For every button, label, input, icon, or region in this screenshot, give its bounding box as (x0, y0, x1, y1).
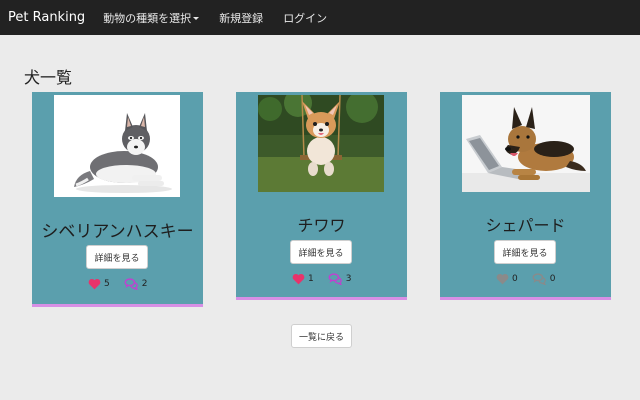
heart-icon (292, 270, 305, 289)
like-stat[interactable]: 5 (88, 275, 110, 294)
heart-icon (496, 270, 509, 289)
comment-count: 2 (141, 279, 148, 289)
like-stat[interactable]: 0 (496, 270, 518, 289)
like-count: 0 (512, 274, 518, 284)
dog-card-husky: シベリアンハスキー 詳細を見る 5 2 (32, 92, 203, 307)
login-link[interactable]: ログイン (283, 10, 327, 26)
dog-name: チワワ (297, 216, 346, 235)
dog-image-husky[interactable] (54, 95, 180, 197)
detail-button[interactable]: 詳細を見る (290, 240, 352, 264)
register-link[interactable]: 新規登録 (219, 10, 263, 26)
detail-button[interactable]: 詳細を見る (494, 240, 556, 264)
comment-stat[interactable]: 3 (328, 270, 352, 289)
stats-row: 0 0 (496, 272, 569, 286)
like-count: 5 (104, 279, 110, 289)
stats-row: 1 3 (292, 272, 365, 286)
page-title: 犬一覧 (24, 68, 73, 87)
animal-type-dropdown-label: 動物の種類を選択 (103, 11, 192, 25)
comments-icon (328, 270, 343, 289)
comment-count: 0 (549, 274, 556, 284)
comments-icon (124, 275, 139, 294)
navbar: Pet Ranking 動物の種類を選択 新規登録 ログイン (0, 0, 640, 35)
comment-count: 3 (345, 274, 352, 284)
like-stat[interactable]: 1 (292, 270, 314, 289)
comment-stat[interactable]: 2 (124, 275, 148, 294)
animal-type-dropdown[interactable]: 動物の種類を選択 (103, 10, 200, 26)
heart-icon (88, 275, 101, 294)
brand-link[interactable]: Pet Ranking (8, 10, 85, 25)
caret-down-icon (193, 17, 200, 20)
dog-image-shepherd[interactable] (462, 95, 590, 192)
comment-stat[interactable]: 0 (532, 270, 556, 289)
dog-name: シェパード (485, 216, 566, 235)
stats-row: 5 2 (88, 277, 161, 291)
comments-icon (532, 270, 547, 289)
dog-card-chihuahua: チワワ 詳細を見る 1 3 (236, 92, 407, 300)
dog-image-chihuahua[interactable] (258, 95, 384, 192)
back-to-list-button[interactable]: 一覧に戻る (291, 324, 352, 348)
detail-button[interactable]: 詳細を見る (86, 245, 148, 269)
dog-card-shepherd: シェパード 詳細を見る 0 0 (440, 92, 611, 300)
like-count: 1 (308, 274, 314, 284)
dog-name: シベリアンハスキー (41, 222, 194, 242)
